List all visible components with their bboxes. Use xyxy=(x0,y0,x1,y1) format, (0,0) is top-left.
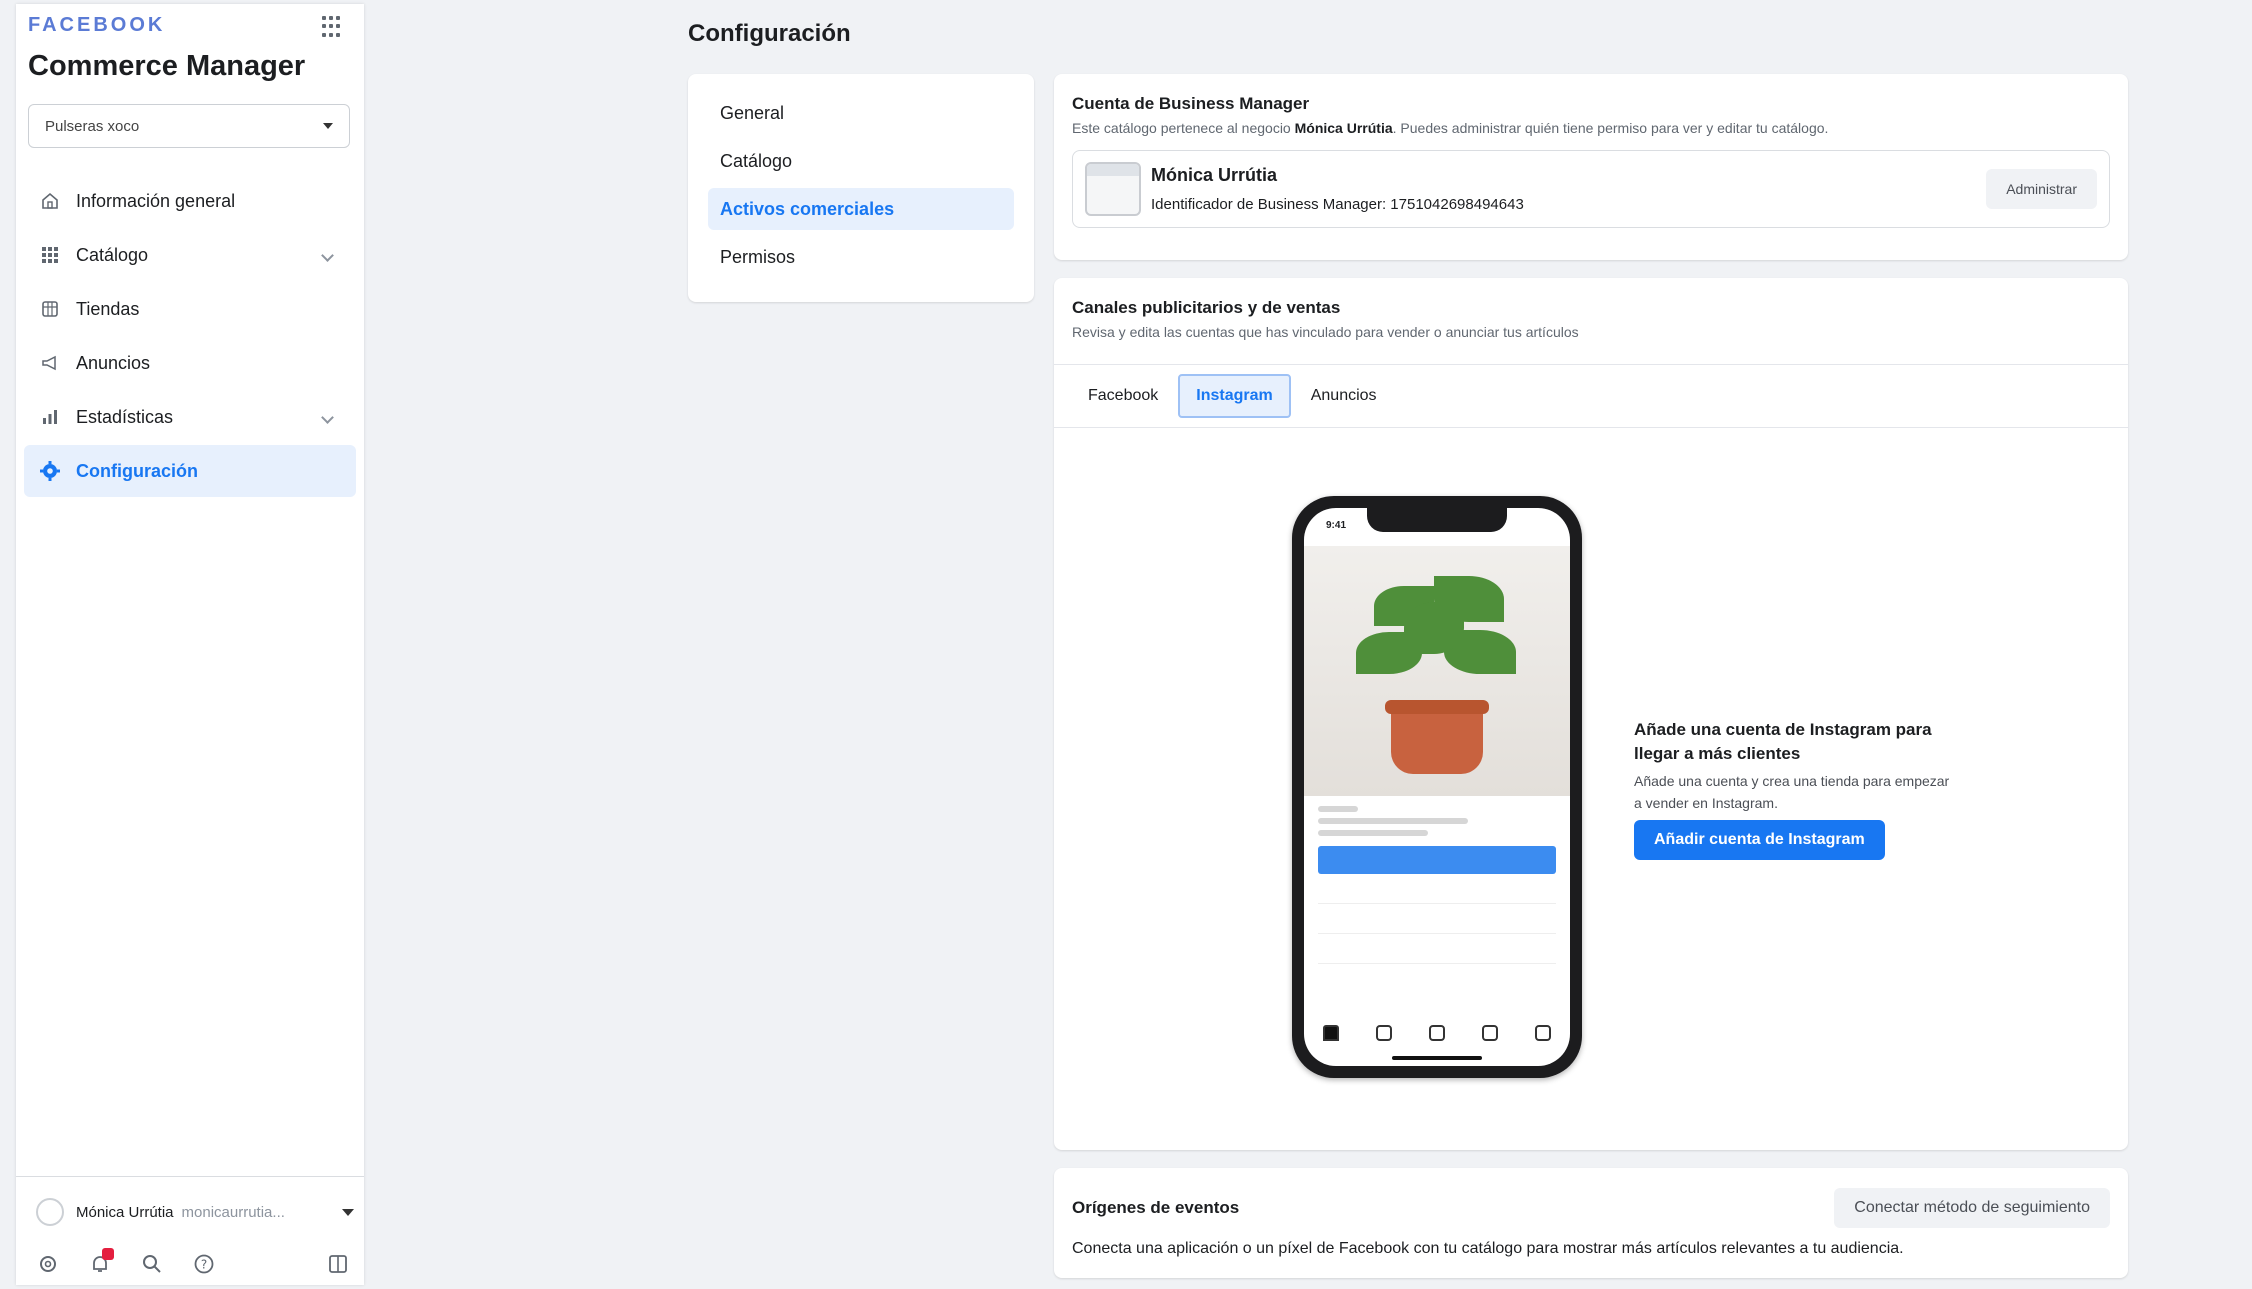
channel-tabs: Facebook Instagram Anuncios xyxy=(1054,364,2128,428)
facebook-brand: FACEBOOK xyxy=(28,14,166,36)
plant-pot xyxy=(1385,700,1489,774)
notification-badge xyxy=(102,1248,114,1260)
connect-tracking-button[interactable]: Conectar método de seguimiento xyxy=(1834,1188,2110,1228)
grid-icon xyxy=(38,243,62,267)
avatar xyxy=(36,1198,64,1226)
home-icon xyxy=(38,189,62,213)
sales-channels-card: Canales publicitarios y de ventas Revisa… xyxy=(1054,278,2128,1150)
card-title: Canales publicitarios y de ventas xyxy=(1072,298,1341,317)
tab-instagram[interactable]: Instagram xyxy=(1178,374,1291,418)
sidebar-item-label: Estadísticas xyxy=(76,406,174,427)
sidebar-item-label: Anuncios xyxy=(76,352,151,373)
subnav-item-general[interactable]: General xyxy=(708,92,1014,134)
business-manager-card: Cuenta de Business Manager Este catálogo… xyxy=(1054,74,2128,260)
business-manager-name: Mónica Urrútia xyxy=(1151,165,1278,185)
page-title: Configuración xyxy=(688,20,851,47)
sidebar-item-label: Catálogo xyxy=(76,244,149,265)
mock-line xyxy=(1318,806,1358,812)
shop-icon xyxy=(38,297,62,321)
business-avatar xyxy=(1085,162,1141,216)
home-icon xyxy=(1322,1025,1339,1041)
sidebar-item-label: Tiendas xyxy=(76,298,140,319)
sidebar-item-label: Información general xyxy=(76,190,236,211)
business-name: Mónica Urrútia xyxy=(1294,120,1393,136)
notifications-icon[interactable] xyxy=(80,1244,120,1284)
card-description: Conecta una aplicación o un píxel de Fac… xyxy=(1072,1240,1904,1257)
settings-icon[interactable] xyxy=(28,1244,68,1284)
mock-line xyxy=(1318,830,1428,836)
card-title: Cuenta de Business Manager xyxy=(1072,94,1310,113)
manage-button[interactable]: Administrar xyxy=(1986,169,2097,209)
gear-icon xyxy=(38,459,62,483)
catalog-selector-value: Pulseras xoco xyxy=(45,117,140,135)
mock-row xyxy=(1318,934,1556,964)
subnav-item-business-assets[interactable]: Activos comerciales xyxy=(708,188,1014,230)
sidebar-nav: Información general Catálogo Tiendas Anu… xyxy=(16,174,364,499)
instagram-promo: Añade una cuenta de Instagram para llega… xyxy=(1634,718,1954,860)
card-subtitle: Este catálogo pertenece al negocio Mónic… xyxy=(1072,120,2110,136)
apps-grid-icon[interactable] xyxy=(322,16,344,38)
product-info-mock xyxy=(1318,806,1556,964)
home-indicator xyxy=(1392,1056,1482,1060)
sidebar-item-settings[interactable]: Configuración xyxy=(24,445,356,497)
heart-icon xyxy=(1482,1025,1499,1041)
bar-chart-icon xyxy=(38,405,62,429)
phone-notch xyxy=(1367,508,1507,532)
promo-title: Añade una cuenta de Instagram para llega… xyxy=(1634,720,1932,763)
plant-photo xyxy=(1304,546,1570,796)
user-handle: monicaurrutia... xyxy=(181,1203,285,1221)
account-switcher[interactable]: Mónica Urrútia monicaurrutia... xyxy=(36,1194,354,1230)
user-name: Mónica Urrútia xyxy=(76,1203,174,1221)
card-subtitle: Revisa y edita las cuentas que has vincu… xyxy=(1072,324,1579,340)
phone-illustration: 9:41 xyxy=(1292,496,1582,1078)
sidebar-item-catalog[interactable]: Catálogo xyxy=(24,229,356,281)
sidebar: FACEBOOK Commerce Manager Pulseras xoco … xyxy=(16,4,364,1285)
sidebar-item-ads[interactable]: Anuncios xyxy=(24,337,356,389)
card-title: Orígenes de eventos xyxy=(1072,1198,1240,1217)
phone-screen: 9:41 xyxy=(1304,508,1570,1066)
mock-line xyxy=(1318,818,1468,824)
catalog-selector[interactable]: Pulseras xoco xyxy=(28,104,350,148)
sidebar-item-overview[interactable]: Información general xyxy=(24,175,356,227)
app-title: Commerce Manager xyxy=(28,50,306,82)
collapse-sidebar-icon[interactable] xyxy=(318,1244,358,1284)
business-manager-row: Mónica Urrútia Identificador de Business… xyxy=(1072,150,2110,228)
mock-row xyxy=(1318,904,1556,934)
subtitle-text: Este catálogo pertenece al negocio xyxy=(1072,120,1295,136)
help-icon[interactable]: ? xyxy=(184,1244,224,1284)
chevron-down-icon xyxy=(321,248,334,262)
megaphone-icon xyxy=(38,351,62,375)
tab-facebook[interactable]: Facebook xyxy=(1070,374,1176,418)
subtitle-text: . Puedes administrar quién tiene permiso… xyxy=(1392,120,1829,136)
business-manager-id: Identificador de Business Manager: 17510… xyxy=(1151,196,1524,213)
phone-tab-bar xyxy=(1304,1018,1570,1048)
settings-subnav: General Catálogo Activos comerciales Per… xyxy=(688,74,1034,302)
leaf xyxy=(1404,602,1464,654)
caret-down-icon xyxy=(342,1208,354,1216)
add-icon xyxy=(1428,1025,1445,1041)
phone-time: 9:41 xyxy=(1326,520,1347,531)
card-header: Canales publicitarios y de ventas Revisa… xyxy=(1054,278,2128,340)
sidebar-item-shops[interactable]: Tiendas xyxy=(24,283,356,335)
mock-button xyxy=(1318,846,1556,874)
tab-ads[interactable]: Anuncios xyxy=(1293,374,1395,418)
promo-text: Añade una cuenta y crea una tienda para … xyxy=(1634,773,1950,811)
card-header: Orígenes de eventos Conectar método de s… xyxy=(1072,1188,2110,1228)
sidebar-item-label: Configuración xyxy=(76,460,198,481)
event-sources-card: Orígenes de eventos Conectar método de s… xyxy=(1054,1168,2128,1278)
search-icon[interactable] xyxy=(132,1244,172,1284)
add-instagram-account-button[interactable]: Añadir cuenta de Instagram xyxy=(1634,820,1885,860)
profile-icon xyxy=(1535,1025,1552,1041)
svg-text:?: ? xyxy=(201,1258,207,1272)
caret-down-icon xyxy=(323,123,333,129)
subnav-item-catalog[interactable]: Catálogo xyxy=(708,140,1014,182)
mock-row xyxy=(1318,874,1556,904)
sidebar-divider xyxy=(16,1176,364,1177)
subnav-item-permissions[interactable]: Permisos xyxy=(708,236,1014,278)
search-icon xyxy=(1375,1025,1392,1041)
sidebar-item-insights[interactable]: Estadísticas xyxy=(24,391,356,443)
sidebar-footer: ? xyxy=(28,1244,358,1284)
chevron-down-icon xyxy=(321,410,334,424)
business-info: Mónica Urrútia Identificador de Business… xyxy=(1151,165,1524,213)
